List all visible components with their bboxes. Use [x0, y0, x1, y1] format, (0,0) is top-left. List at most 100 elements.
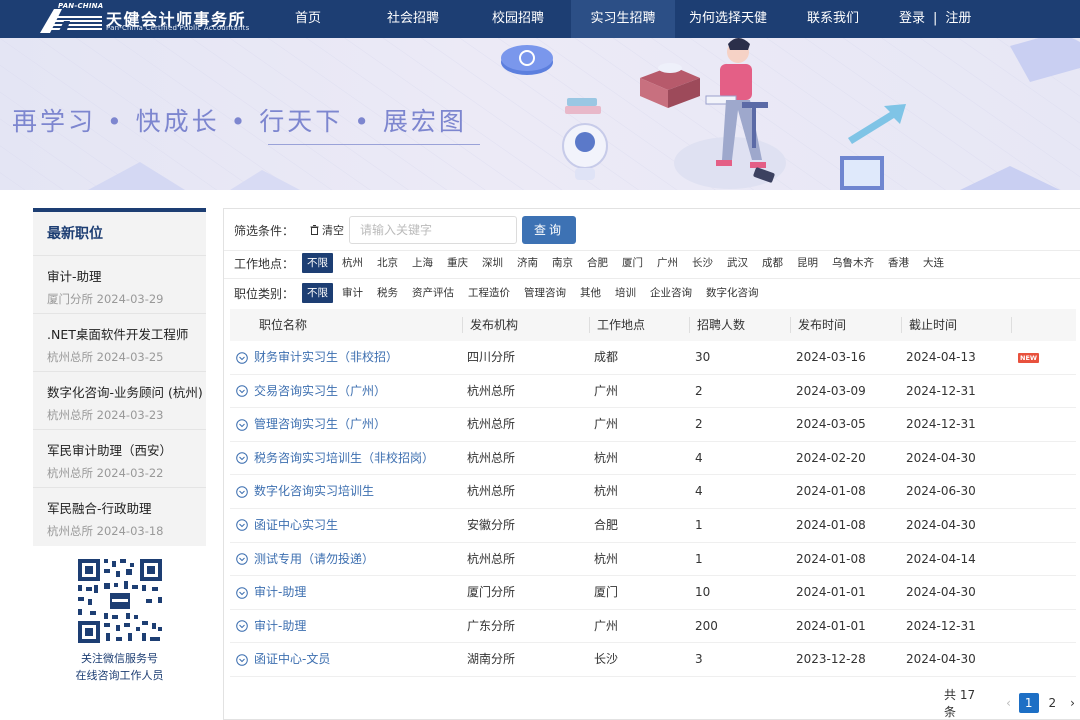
- nav-contact-us[interactable]: 联系我们: [798, 0, 868, 38]
- latest-job-meta: 杭州总所 2024-03-25: [47, 350, 164, 364]
- nav-campus-recruitment[interactable]: 校园招聘: [483, 0, 553, 38]
- banner-slogan: 再学习 • 快成长 • 行天下 • 展宏图: [12, 107, 467, 136]
- category-tag[interactable]: 培训: [610, 283, 641, 303]
- category-tag[interactable]: 管理咨询: [519, 283, 571, 303]
- brand-logo[interactable]: PAN-CHINA 天健会计师事务所 Pan-China Certified P…: [40, 2, 255, 35]
- location-tag[interactable]: 杭州: [337, 253, 368, 273]
- location-tag[interactable]: 深圳: [477, 253, 508, 273]
- category-tag[interactable]: 税务: [372, 283, 403, 303]
- job-org: 杭州总所: [467, 484, 516, 499]
- job-title-link[interactable]: 函证中心实习生: [236, 509, 338, 542]
- category-tag[interactable]: 工程造价: [463, 283, 515, 303]
- job-deadline: 2024-12-31: [906, 383, 976, 398]
- job-row[interactable]: 审计-助理 广东分所 广州 200 2024-01-01 2024-12-31: [230, 610, 1076, 644]
- job-row[interactable]: 函证中心-文员 湖南分所 长沙 3 2023-12-28 2024-04-30: [230, 643, 1076, 677]
- location-tag[interactable]: 南京: [547, 253, 578, 273]
- job-org: 杭州总所: [467, 417, 516, 432]
- pagination: 共 17 条 ‹ 1 2 ›: [944, 688, 1080, 719]
- nav-social-recruitment[interactable]: 社会招聘: [378, 0, 448, 38]
- nav-home[interactable]: 首页: [276, 0, 340, 38]
- job-count: 1: [695, 551, 703, 566]
- job-title: 财务审计实习生（非校招）: [254, 350, 399, 364]
- location-tag[interactable]: 合肥: [582, 253, 613, 273]
- job-org: 杭州总所: [467, 383, 516, 398]
- job-title: 测试专用（请勿投递）: [254, 551, 375, 566]
- location-tag[interactable]: 长沙: [687, 253, 718, 273]
- clear-filters-button[interactable]: 清空: [310, 222, 344, 238]
- latest-job-item[interactable]: 数字化咨询-业务顾问 (杭州) 杭州总所 2024-03-23: [33, 372, 206, 430]
- column-separator: [1011, 317, 1012, 333]
- latest-job-meta: 杭州总所 2024-03-22: [47, 466, 164, 480]
- job-title-link[interactable]: 管理咨询实习生（广州）: [236, 408, 386, 441]
- location-tag[interactable]: 大连: [918, 253, 949, 273]
- login-link[interactable]: 登录: [899, 11, 925, 26]
- job-row[interactable]: 测试专用（请勿投递） 杭州总所 杭州 1 2024-01-08 2024-04-…: [230, 543, 1076, 577]
- chevron-down-circle-icon: [236, 620, 248, 633]
- job-row[interactable]: 交易咨询实习生（广州） 杭州总所 广州 2 2024-03-09 2024-12…: [230, 375, 1076, 409]
- latest-jobs-sidebar: 最新职位 审计-助理 厦门分所 2024-03-29 .NET桌面软件开发工程师…: [33, 208, 206, 682]
- category-tag[interactable]: 数字化咨询: [701, 283, 764, 303]
- location-tag[interactable]: 香港: [883, 253, 914, 273]
- location-tag-all[interactable]: 不限: [302, 253, 334, 273]
- trash-icon: [310, 225, 319, 235]
- job-title-link[interactable]: 财务审计实习生（非校招）: [236, 341, 398, 374]
- job-row[interactable]: 税务咨询实习培训生（非校招岗） 杭州总所 杭州 4 2024-02-20 202…: [230, 442, 1076, 476]
- job-deadline: 2024-04-30: [906, 652, 976, 667]
- category-tag[interactable]: 资产评估: [407, 283, 459, 303]
- location-tag[interactable]: 成都: [757, 253, 788, 273]
- pagination-next-icon[interactable]: ›: [1070, 696, 1075, 710]
- nav-intern-recruitment[interactable]: 实习生招聘: [571, 0, 675, 38]
- pagination-total: 共 17 条: [944, 688, 976, 719]
- keyword-search-input[interactable]: [349, 216, 517, 244]
- job-title-link[interactable]: 函证中心-文员: [236, 643, 330, 676]
- job-title-link[interactable]: 审计-助理: [236, 576, 306, 609]
- latest-job-item[interactable]: 军民融合-行政助理 杭州总所 2024-03-18: [33, 488, 206, 546]
- job-row[interactable]: 管理咨询实习生（广州） 杭州总所 广州 2 2024-03-05 2024-12…: [230, 408, 1076, 442]
- pagination-prev-icon[interactable]: ‹: [1006, 696, 1011, 710]
- column-header-location: 工作地点: [597, 318, 646, 332]
- category-tag[interactable]: 其他: [575, 283, 606, 303]
- location-tag[interactable]: 重庆: [442, 253, 473, 273]
- job-location: 杭州: [594, 484, 619, 499]
- category-tag-all[interactable]: 不限: [302, 283, 334, 303]
- chevron-down-circle-icon: [236, 586, 248, 599]
- job-deadline: 2024-04-14: [906, 551, 976, 566]
- latest-job-item[interactable]: 审计-助理 厦门分所 2024-03-29: [33, 256, 206, 314]
- latest-job-title: 审计-助理: [47, 269, 102, 284]
- latest-job-item[interactable]: .NET桌面软件开发工程师 杭州总所 2024-03-25: [33, 314, 206, 372]
- job-row[interactable]: 数字化咨询实习培训生 杭州总所 杭州 4 2024-01-08 2024-06-…: [230, 475, 1076, 509]
- chevron-down-circle-icon: [236, 654, 248, 666]
- pagination-page-1[interactable]: 1: [1018, 693, 1039, 713]
- job-title-link[interactable]: 数字化咨询实习培训生: [236, 475, 374, 508]
- register-link[interactable]: 注册: [945, 11, 971, 26]
- location-tag[interactable]: 北京: [372, 253, 403, 273]
- location-tag[interactable]: 厦门: [617, 253, 648, 273]
- pagination-page-2[interactable]: 2: [1043, 693, 1063, 713]
- latest-job-title: 数字化咨询-业务顾问 (杭州): [47, 385, 203, 400]
- location-tag[interactable]: 乌鲁木齐: [827, 253, 879, 273]
- location-tag[interactable]: 昆明: [792, 253, 823, 273]
- job-title: 交易咨询实习生（广州）: [254, 383, 387, 398]
- location-tag[interactable]: 广州: [652, 253, 683, 273]
- job-row[interactable]: 财务审计实习生（非校招） 四川分所 成都 30 2024-03-16 2024-…: [230, 341, 1076, 375]
- job-title-link[interactable]: 税务咨询实习培训生（非校招岗）: [236, 442, 434, 475]
- chevron-down-circle-icon: [236, 519, 248, 532]
- nav-why-pan-china[interactable]: 为何选择天健: [683, 0, 773, 38]
- category-tag[interactable]: 企业咨询: [645, 283, 697, 303]
- category-filter-label: 职位类别：: [234, 286, 295, 301]
- category-tag[interactable]: 审计: [337, 283, 368, 303]
- latest-job-item[interactable]: 军民审计助理（西安） 杭州总所 2024-03-22: [33, 430, 206, 488]
- search-button[interactable]: 查询: [522, 216, 576, 244]
- location-tag[interactable]: 上海: [407, 253, 438, 273]
- job-title-link[interactable]: 审计-助理: [236, 610, 306, 643]
- location-divider: [224, 278, 1080, 279]
- job-row[interactable]: 函证中心实习生 安徽分所 合肥 1 2024-01-08 2024-04-30: [230, 509, 1076, 543]
- location-tag[interactable]: 济南: [512, 253, 543, 273]
- job-deadline: 2024-12-31: [906, 618, 976, 633]
- job-row[interactable]: 审计-助理 厦门分所 厦门 10 2024-01-01 2024-04-30: [230, 576, 1076, 610]
- job-title-link[interactable]: 测试专用（请勿投递）: [236, 543, 374, 576]
- job-list-panel: 筛选条件： 清空 查询 工作地点： 不限 杭州 北京 上海 重庆 深圳 济南 南…: [223, 208, 1080, 720]
- job-title-link[interactable]: 交易咨询实习生（广州）: [236, 375, 386, 408]
- job-published: 2023-12-28: [796, 652, 866, 667]
- location-tag[interactable]: 武汉: [722, 253, 753, 273]
